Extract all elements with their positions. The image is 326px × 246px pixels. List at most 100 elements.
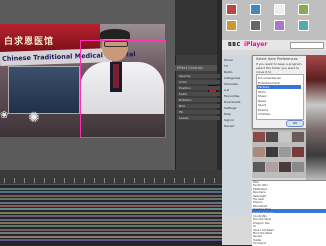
effect-label: Rotation — [179, 98, 192, 102]
dialog-list-item[interactable]: Films — [258, 90, 266, 94]
effect-row[interactable] — [177, 110, 220, 114]
dialog-list-item[interactable]: Children — [258, 112, 270, 116]
sidebar-item[interactable]: Favourites — [224, 94, 239, 98]
doctor-hair — [100, 29, 130, 39]
timeline-tick — [204, 178, 205, 183]
dialog-message: If you want to keep a program, select th… — [256, 62, 303, 74]
effect-label: Opacity — [179, 74, 191, 78]
timeline-track[interactable] — [0, 188, 222, 190]
photo-strip — [306, 55, 326, 180]
timeline-track[interactable] — [0, 211, 222, 214]
desktop-icon[interactable] — [298, 20, 309, 31]
timeline-track[interactable] — [0, 228, 222, 231]
grid-thumbnail[interactable] — [266, 162, 278, 172]
sidebar-item[interactable]: Downloads — [224, 100, 240, 104]
timeline-track[interactable] — [0, 225, 222, 228]
timeline-track[interactable] — [0, 215, 222, 218]
project-panel — [175, 0, 222, 55]
sidebar-item[interactable]: A-Z — [224, 88, 229, 92]
timeline-tick — [214, 178, 215, 183]
grid-thumbnail[interactable] — [292, 162, 304, 172]
timeline-track[interactable] — [0, 194, 222, 197]
effect-label: Position — [179, 86, 191, 90]
timeline-tick — [14, 178, 15, 183]
dialog-list-item[interactable]: Music — [258, 94, 267, 98]
effects-panel-title: Effect Controls — [177, 66, 203, 70]
timeline-track[interactable] — [0, 191, 222, 194]
sidebar-item[interactable]: Home — [224, 58, 233, 62]
timeline-tick — [144, 178, 145, 183]
grid-thumbnail[interactable] — [279, 147, 291, 157]
grid-thumbnail[interactable] — [292, 132, 304, 142]
effect-label: Fill — [179, 110, 184, 114]
dialog-list-item[interactable]: Entertainment — [258, 81, 280, 85]
timeline-tick — [164, 178, 165, 183]
desktop-icon[interactable] — [250, 20, 261, 31]
grid-thumbnail[interactable] — [279, 132, 291, 142]
sidebar-item[interactable]: Radio — [224, 70, 232, 74]
timeline-tick — [184, 178, 185, 183]
sidebar-item[interactable]: Categories — [224, 76, 240, 80]
grid-thumbnail[interactable] — [253, 132, 265, 142]
timeline-track[interactable] — [0, 222, 222, 224]
sidebar-item[interactable]: Sign in — [224, 118, 234, 122]
timeline-tick — [124, 178, 125, 183]
effect-label: Blur — [179, 104, 186, 108]
effect-label: Scale — [179, 92, 188, 96]
dialog-list-item[interactable]: Factual — [258, 85, 269, 89]
timeline-track[interactable] — [0, 235, 222, 238]
timeline-tick — [174, 178, 175, 183]
desktop-icon[interactable] — [274, 20, 285, 31]
dialog-list-item[interactable]: News — [258, 99, 266, 103]
iplayer-logo: iPlayer — [244, 41, 268, 48]
timeline-tick — [74, 178, 75, 183]
timeline-track[interactable] — [0, 201, 222, 204]
timeline-tick — [114, 178, 115, 183]
timeline-track[interactable] — [0, 232, 222, 235]
search-input[interactable] — [290, 42, 324, 49]
sign-chinese-text: 白求恩医馆 — [4, 37, 55, 47]
timeline-tick — [194, 178, 195, 183]
desktop-icon[interactable] — [226, 4, 237, 15]
grid-thumbnail[interactable] — [266, 147, 278, 157]
hospital-entrance — [8, 66, 80, 114]
dialog-list-item[interactable]: Sport — [258, 103, 266, 107]
timeline-tick — [134, 178, 135, 183]
desktop-icon[interactable] — [226, 20, 237, 31]
timeline-track[interactable] — [0, 205, 222, 207]
grid-thumbnail[interactable] — [266, 132, 278, 142]
timeline-track[interactable] — [0, 208, 222, 211]
grid-thumbnail[interactable] — [279, 162, 291, 172]
timeline-tick — [34, 178, 35, 183]
scorpion-graphic-icon: ✺ — [28, 110, 40, 126]
timeline-track[interactable] — [0, 218, 222, 221]
timeline-tick — [154, 178, 155, 183]
sidebar-item[interactable]: TV — [224, 64, 228, 68]
grid-thumbnail[interactable] — [253, 162, 265, 172]
sidebar-item[interactable]: Help — [224, 112, 231, 116]
ok-button[interactable]: OK — [286, 120, 304, 127]
grid-thumbnail[interactable] — [253, 147, 265, 157]
timeline-tick — [44, 178, 45, 183]
timeline-tick — [64, 178, 65, 183]
dialog-list-item[interactable]: Documentaries — [258, 76, 281, 80]
timeline-tick — [104, 178, 105, 183]
grid-thumbnail[interactable] — [292, 147, 304, 157]
effect-label: Color — [179, 80, 187, 84]
timeline-track[interactable] — [0, 239, 222, 241]
sidebar-item[interactable]: Channels — [224, 82, 238, 86]
layer-bounding-box[interactable] — [80, 40, 166, 138]
timeline-tick — [4, 178, 5, 183]
sidebar-item[interactable]: Recent — [224, 124, 234, 128]
timeline-tick — [54, 178, 55, 183]
sidebar-item[interactable]: Settings — [224, 106, 236, 110]
timeline-track[interactable] — [0, 198, 222, 201]
desktop-icon[interactable] — [274, 4, 285, 15]
timeline-tick — [94, 178, 95, 183]
dialog-list-item[interactable]: Drama — [258, 108, 268, 112]
timeline-tick — [84, 178, 85, 183]
desktop-icon[interactable] — [298, 4, 309, 15]
bbc-logo: BBC — [228, 42, 241, 48]
desktop-icon[interactable] — [250, 4, 261, 15]
timeline-tick — [24, 178, 25, 183]
